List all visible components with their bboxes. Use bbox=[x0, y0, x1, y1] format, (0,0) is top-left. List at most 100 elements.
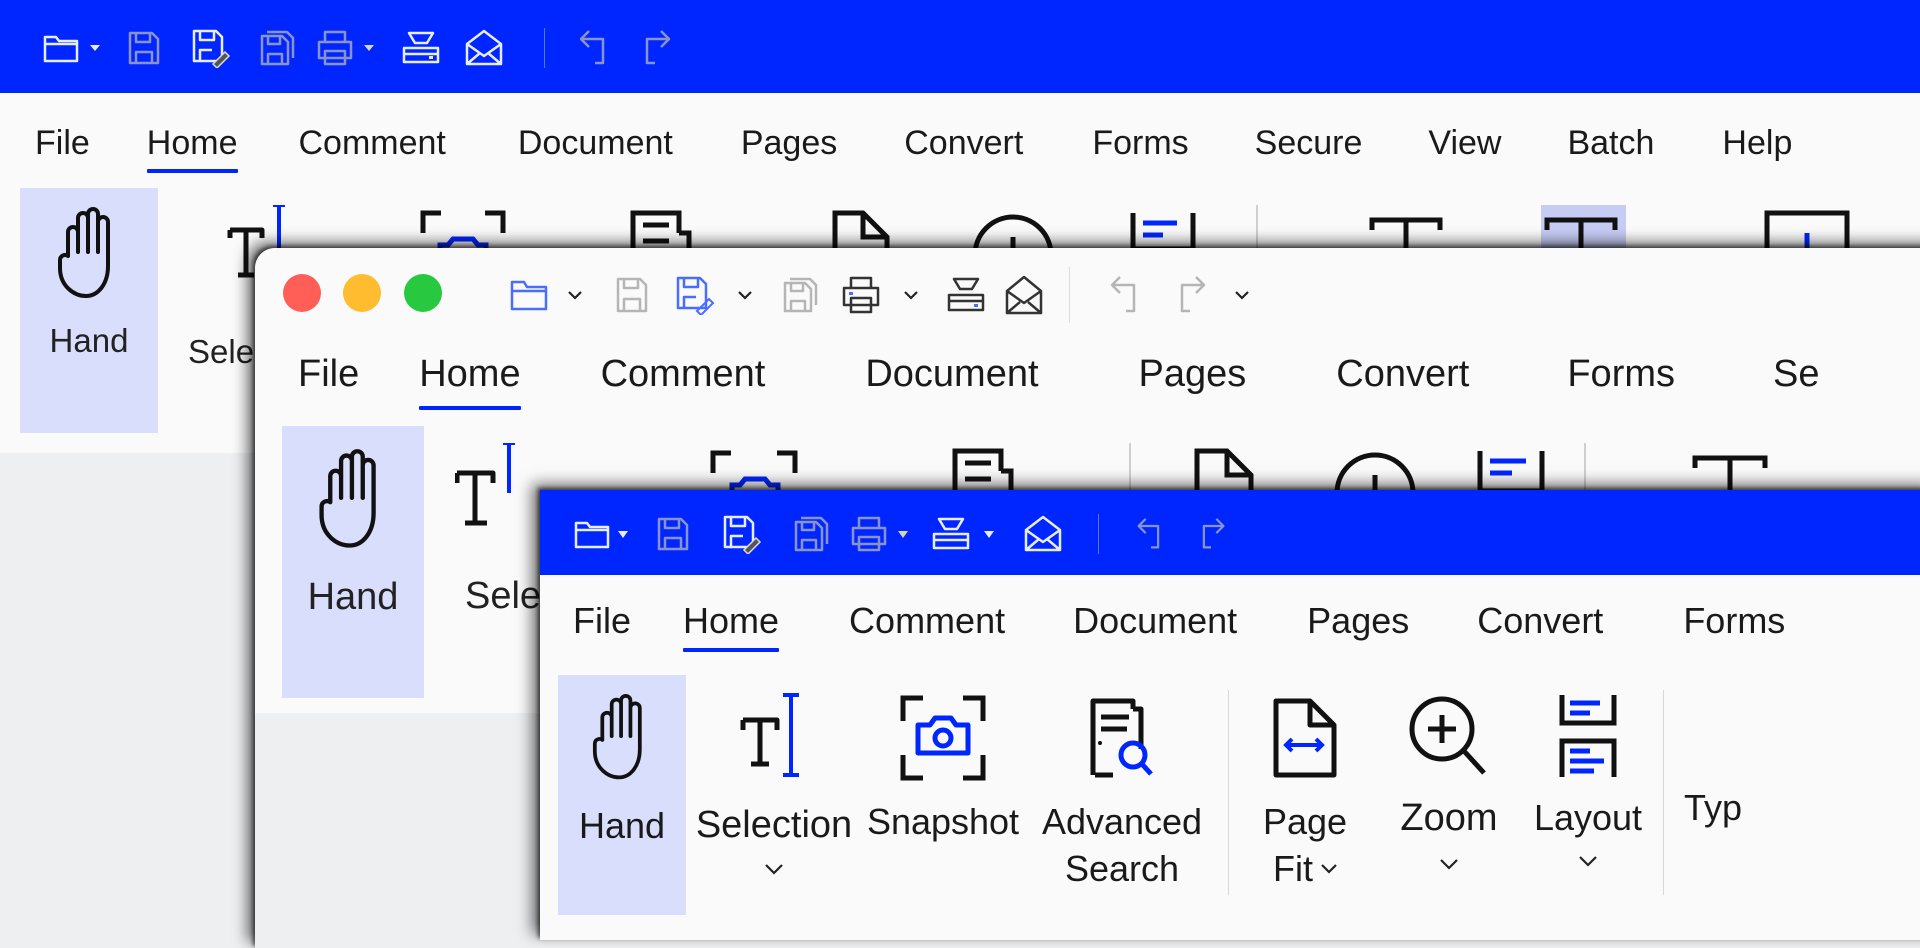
front-quick-access-toolbar bbox=[570, 514, 1241, 554]
menu-document[interactable]: Document bbox=[1073, 600, 1237, 642]
save-as-icon[interactable] bbox=[667, 275, 723, 315]
layout-button[interactable]: Layout bbox=[1523, 675, 1653, 867]
hand-icon bbox=[319, 449, 376, 548]
middle-selection-label: Sele bbox=[465, 575, 542, 617]
zoom-label: Zoom bbox=[1400, 797, 1498, 839]
toolbar-separator bbox=[1069, 267, 1070, 323]
ribbon-separator bbox=[1663, 690, 1664, 895]
typewriter-button[interactable]: Typ bbox=[1684, 675, 1754, 828]
minimize-window-button[interactable] bbox=[343, 274, 381, 312]
open-folder-icon[interactable] bbox=[570, 517, 614, 551]
menu-pages[interactable]: Pages bbox=[1307, 600, 1409, 642]
menu-home[interactable]: Home bbox=[683, 600, 780, 652]
redo-icon[interactable] bbox=[1160, 274, 1220, 316]
zoom-in-icon bbox=[1409, 696, 1486, 775]
back-hand-tool[interactable]: Hand bbox=[20, 188, 158, 433]
save-all-icon[interactable] bbox=[767, 275, 833, 315]
text-selection-icon bbox=[454, 441, 515, 526]
print-dropdown-icon[interactable] bbox=[894, 530, 912, 538]
menu-home[interactable]: Home bbox=[419, 353, 521, 410]
open-dropdown-icon[interactable] bbox=[86, 45, 104, 51]
page-fit-label-1: Page bbox=[1262, 801, 1348, 842]
open-dropdown-icon[interactable] bbox=[553, 290, 597, 300]
email-icon[interactable] bbox=[999, 274, 1049, 316]
menu-document[interactable]: Document bbox=[518, 124, 673, 163]
menu-convert[interactable]: Convert bbox=[904, 124, 1023, 163]
undo-icon[interactable] bbox=[565, 28, 625, 68]
print-icon[interactable] bbox=[833, 275, 889, 315]
undo-icon[interactable] bbox=[1092, 274, 1160, 316]
hand-icon bbox=[58, 207, 110, 298]
save-dropdown-icon[interactable] bbox=[723, 290, 767, 300]
print-dropdown-icon[interactable] bbox=[360, 45, 378, 51]
open-folder-icon[interactable] bbox=[36, 31, 86, 65]
save-as-icon[interactable] bbox=[176, 28, 246, 68]
selection-tool-button[interactable]: Selection bbox=[694, 675, 854, 875]
save-icon[interactable] bbox=[597, 276, 667, 314]
scanner-icon[interactable] bbox=[388, 30, 454, 66]
hand-icon bbox=[592, 694, 642, 780]
toolbar-separator bbox=[1098, 514, 1099, 554]
menu-view[interactable]: View bbox=[1428, 124, 1501, 163]
menu-file[interactable]: File bbox=[573, 600, 631, 642]
scanner-icon[interactable] bbox=[922, 516, 980, 552]
email-icon[interactable] bbox=[454, 28, 514, 68]
save-icon[interactable] bbox=[642, 516, 704, 552]
zoom-button[interactable]: Zoom bbox=[1379, 675, 1519, 870]
redo-icon[interactable] bbox=[1181, 515, 1241, 553]
layout-icon bbox=[1559, 695, 1617, 777]
chevron-down-icon bbox=[1440, 858, 1458, 870]
more-dropdown-icon[interactable] bbox=[1220, 290, 1264, 300]
menu-comment[interactable]: Comment bbox=[601, 353, 766, 396]
open-folder-icon[interactable] bbox=[505, 277, 553, 313]
selection-label: Selection bbox=[695, 804, 853, 846]
hand-label: Hand bbox=[307, 576, 399, 618]
menu-comment[interactable]: Comment bbox=[299, 124, 446, 163]
open-dropdown-icon[interactable] bbox=[614, 530, 632, 538]
maximize-window-button[interactable] bbox=[404, 274, 442, 312]
menu-secure[interactable]: Secure bbox=[1255, 124, 1363, 163]
back-quick-access-toolbar bbox=[36, 28, 685, 68]
menu-convert[interactable]: Convert bbox=[1477, 600, 1603, 642]
scanner-icon[interactable] bbox=[933, 276, 999, 314]
chevron-down-icon bbox=[1321, 864, 1337, 874]
menu-forms[interactable]: Forms bbox=[1092, 124, 1188, 163]
advanced-search-button[interactable]: Advanced Search bbox=[1032, 675, 1212, 890]
save-as-icon[interactable] bbox=[704, 514, 780, 554]
menu-forms[interactable]: Forms bbox=[1683, 600, 1785, 642]
scanner-dropdown-icon[interactable] bbox=[980, 530, 998, 538]
hand-tool-button[interactable]: Hand bbox=[558, 675, 686, 915]
toolbar-separator bbox=[544, 28, 545, 68]
redo-icon[interactable] bbox=[625, 28, 685, 68]
menu-comment[interactable]: Comment bbox=[849, 600, 1005, 642]
middle-hand-tool[interactable]: Hand bbox=[282, 426, 424, 698]
snapshot-tool-button[interactable]: Snapshot bbox=[858, 675, 1028, 842]
print-icon[interactable] bbox=[844, 515, 894, 553]
save-icon[interactable] bbox=[112, 30, 176, 66]
chevron-down-icon bbox=[1579, 856, 1597, 867]
menu-convert[interactable]: Convert bbox=[1336, 353, 1469, 396]
page-fit-button[interactable]: Page Fit bbox=[1245, 675, 1365, 890]
save-all-icon[interactable] bbox=[246, 29, 310, 67]
front-ribbon: Hand Selection Snapshot Advanced Search … bbox=[558, 675, 1754, 915]
print-icon[interactable] bbox=[310, 29, 360, 67]
menu-forms[interactable]: Forms bbox=[1567, 353, 1675, 396]
chevron-down-icon bbox=[765, 863, 783, 875]
close-window-button[interactable] bbox=[283, 274, 321, 312]
menu-document[interactable]: Document bbox=[865, 353, 1038, 396]
advanced-search-icon bbox=[1090, 698, 1153, 778]
menu-pages[interactable]: Pages bbox=[741, 124, 837, 163]
menu-pages[interactable]: Pages bbox=[1139, 353, 1247, 396]
menu-help[interactable]: Help bbox=[1722, 124, 1792, 163]
menu-home[interactable]: Home bbox=[146, 124, 238, 173]
menu-file[interactable]: File bbox=[298, 353, 359, 396]
menu-file[interactable]: File bbox=[35, 124, 90, 163]
page-fit-icon bbox=[1273, 698, 1337, 778]
undo-icon[interactable] bbox=[1121, 515, 1181, 553]
print-dropdown-icon[interactable] bbox=[889, 290, 933, 300]
menu-secure-partial[interactable]: Se bbox=[1773, 353, 1819, 396]
save-all-icon[interactable] bbox=[780, 515, 844, 553]
menu-batch[interactable]: Batch bbox=[1567, 124, 1654, 163]
middle-selection-tool[interactable] bbox=[454, 441, 545, 538]
email-icon[interactable] bbox=[1008, 514, 1078, 554]
